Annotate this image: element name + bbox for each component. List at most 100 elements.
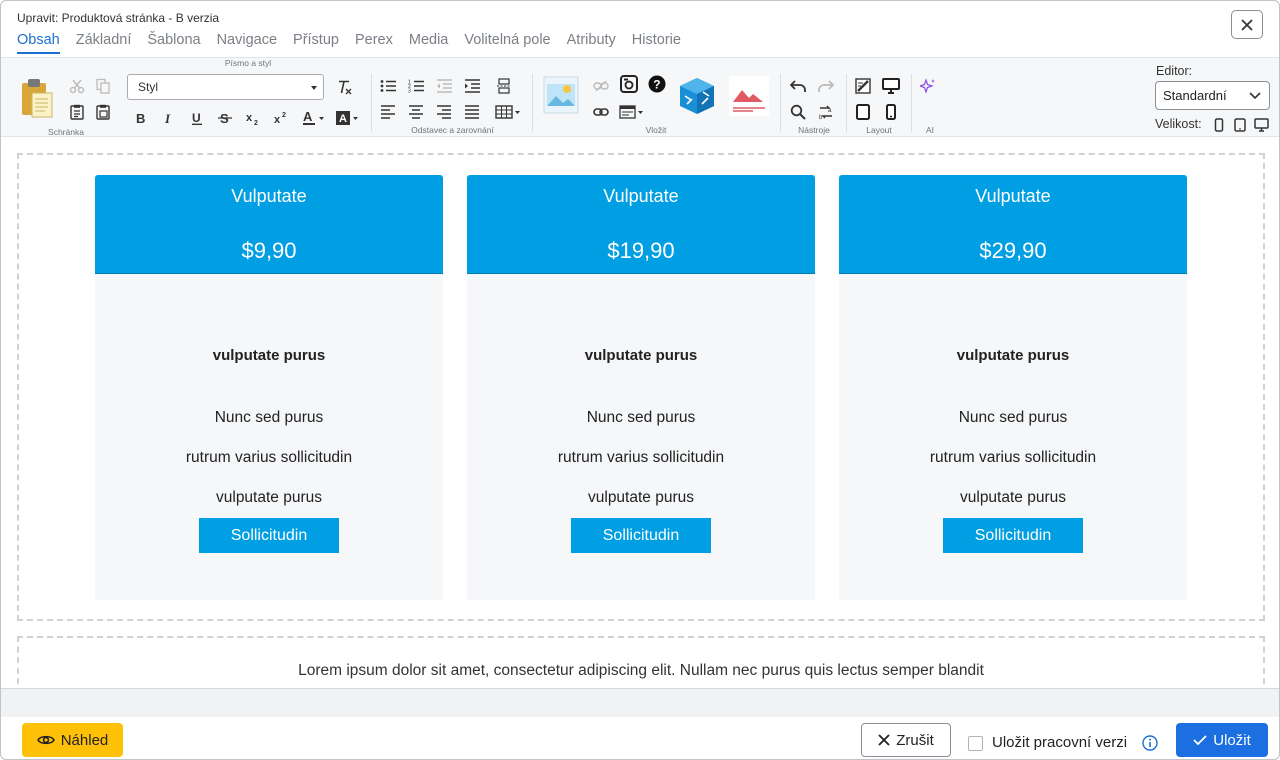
pricing-section[interactable]: Vulputate $9,90 vulputate purus Nunc sed…	[17, 153, 1265, 621]
ai-assistant-button[interactable]	[918, 76, 938, 96]
tab-perex[interactable]: Perex	[355, 32, 393, 54]
layout-group-label: Layout	[866, 125, 892, 135]
insert-component-button[interactable]	[677, 76, 717, 116]
lorem-paragraph: Lorem ipsum dolor sit amet, consectetur …	[298, 662, 984, 679]
tab-obsah[interactable]: Obsah	[17, 32, 60, 54]
mobile-icon	[886, 104, 896, 120]
pricing-card-button[interactable]: Sollicitudin	[943, 518, 1083, 553]
pricing-card: Vulputate $19,90 vulputate purus Nunc se…	[467, 175, 815, 600]
save-draft-label[interactable]: Uložit pracovní verzi	[992, 734, 1127, 751]
clipboard-group: Schránka	[11, 58, 121, 138]
tab-sablona[interactable]: Šablona	[147, 32, 200, 54]
save-button[interactable]: Uložit	[1176, 723, 1268, 757]
insert-group-label: Vložit	[645, 125, 667, 135]
info-icon	[1142, 735, 1158, 751]
editor-select[interactable]: Standardní	[1155, 81, 1270, 110]
link-icon	[593, 108, 609, 116]
pricing-card-button[interactable]: Sollicitudin	[199, 518, 339, 553]
align-center-button[interactable]	[406, 102, 426, 122]
cut-button[interactable]	[67, 76, 87, 96]
justify-button[interactable]	[462, 102, 482, 122]
pricing-card: Vulputate $29,90 vulputate purus Nunc se…	[839, 175, 1187, 600]
help-icon: ?	[648, 75, 666, 93]
tab-zakladni[interactable]: Základní	[76, 32, 132, 54]
desktop-icon	[882, 78, 900, 94]
numbered-list-button[interactable]: 123	[406, 76, 426, 96]
table-button[interactable]	[494, 102, 524, 122]
indent-button[interactable]	[462, 76, 482, 96]
toolbar-separator	[846, 74, 847, 132]
editor-content[interactable]: Vulputate $9,90 vulputate purus Nunc sed…	[1, 138, 1279, 688]
insert-block-button[interactable]	[619, 102, 647, 122]
paste-text-button[interactable]	[67, 102, 87, 122]
save-draft-checkbox[interactable]	[968, 736, 983, 751]
size-phone-button[interactable]	[1211, 115, 1227, 135]
tablet-icon	[856, 104, 870, 120]
tab-historie[interactable]: Historie	[632, 32, 681, 54]
tab-media[interactable]: Media	[409, 32, 449, 54]
cube-icon	[680, 78, 714, 114]
mobile-view-button[interactable]	[881, 102, 901, 122]
align-right-button[interactable]	[434, 102, 454, 122]
bullet-list-icon	[380, 80, 396, 92]
pricing-card-price: $19,90	[607, 238, 675, 263]
pricing-card-button[interactable]: Sollicitudin	[571, 518, 711, 553]
tab-navigace[interactable]: Navigace	[217, 32, 277, 54]
size-desktop-button[interactable]	[1252, 115, 1270, 135]
pricing-card-header: Vulputate $19,90	[467, 175, 815, 274]
insert-form-button[interactable]	[619, 74, 639, 94]
sparkle-icon	[920, 78, 935, 94]
outdent-icon	[437, 79, 452, 93]
redo-button[interactable]	[816, 76, 836, 96]
indent-icon	[465, 79, 480, 93]
pricing-card-feature: rutrum varius sollicitudin	[557, 449, 725, 466]
tab-atributy[interactable]: Atributy	[567, 32, 616, 54]
insert-link-button[interactable]	[591, 102, 611, 122]
preview-button[interactable]: Náhled	[22, 723, 123, 757]
align-right-icon	[437, 105, 451, 119]
paste-word-button[interactable]	[93, 102, 113, 122]
help-button[interactable]: ?	[647, 74, 667, 94]
paste-button[interactable]	[19, 76, 55, 120]
toolbar-separator	[371, 74, 372, 132]
edit-source-button[interactable]	[853, 76, 873, 96]
editor-label: Editor:	[1156, 64, 1193, 78]
redo-icon	[818, 80, 834, 92]
insert-gallery-button[interactable]	[729, 76, 769, 116]
editor-dialog: Upravit: Produktová stránka - B verzia O…	[0, 0, 1280, 760]
pricing-card-feature: vulputate purus	[960, 489, 1066, 506]
image-icon	[543, 76, 579, 114]
svg-text:3: 3	[408, 89, 411, 94]
tablet-view-button[interactable]	[853, 102, 873, 122]
preview-button-label: Náhled	[60, 731, 109, 749]
info-button[interactable]	[1142, 735, 1158, 756]
pricing-card-title: Vulputate	[231, 186, 307, 206]
close-button[interactable]	[1231, 10, 1263, 39]
page-break-button[interactable]	[494, 76, 514, 96]
pricing-card-feature: rutrum varius sollicitudin	[929, 449, 1097, 466]
tab-volitelna-pole[interactable]: Volitelná pole	[464, 32, 550, 54]
insert-image-button[interactable]	[543, 76, 579, 114]
outdent-button[interactable]	[434, 76, 454, 96]
chevron-down-icon	[1249, 92, 1261, 100]
tab-pristup[interactable]: Přístup	[293, 32, 339, 54]
find-button[interactable]	[788, 102, 808, 122]
pricing-card-feature: Nunc sed purus	[214, 409, 324, 426]
undo-icon	[790, 80, 806, 92]
undo-button[interactable]	[788, 76, 808, 96]
pricing-card-header: Vulputate $29,90	[839, 175, 1187, 274]
copy-button[interactable]	[93, 76, 113, 96]
cancel-button[interactable]: Zrušit	[861, 723, 951, 757]
text-section[interactable]: Lorem ipsum dolor sit amet, consectetur …	[17, 636, 1265, 688]
align-left-button[interactable]	[378, 102, 398, 122]
bullet-list-button[interactable]	[378, 76, 398, 96]
unlink-button[interactable]	[591, 76, 611, 96]
copy-icon	[96, 78, 110, 94]
replace-button[interactable]: ba	[816, 102, 836, 122]
desktop-view-button[interactable]	[881, 76, 901, 96]
desktop-icon	[1253, 118, 1269, 132]
close-icon	[878, 734, 890, 746]
size-tablet-button[interactable]	[1232, 115, 1248, 135]
dialog-footer: Náhled Zrušit Uložit pracovní verzi Ulož…	[1, 688, 1279, 759]
pricing-card-feature-title: vulputate purus	[584, 347, 698, 364]
